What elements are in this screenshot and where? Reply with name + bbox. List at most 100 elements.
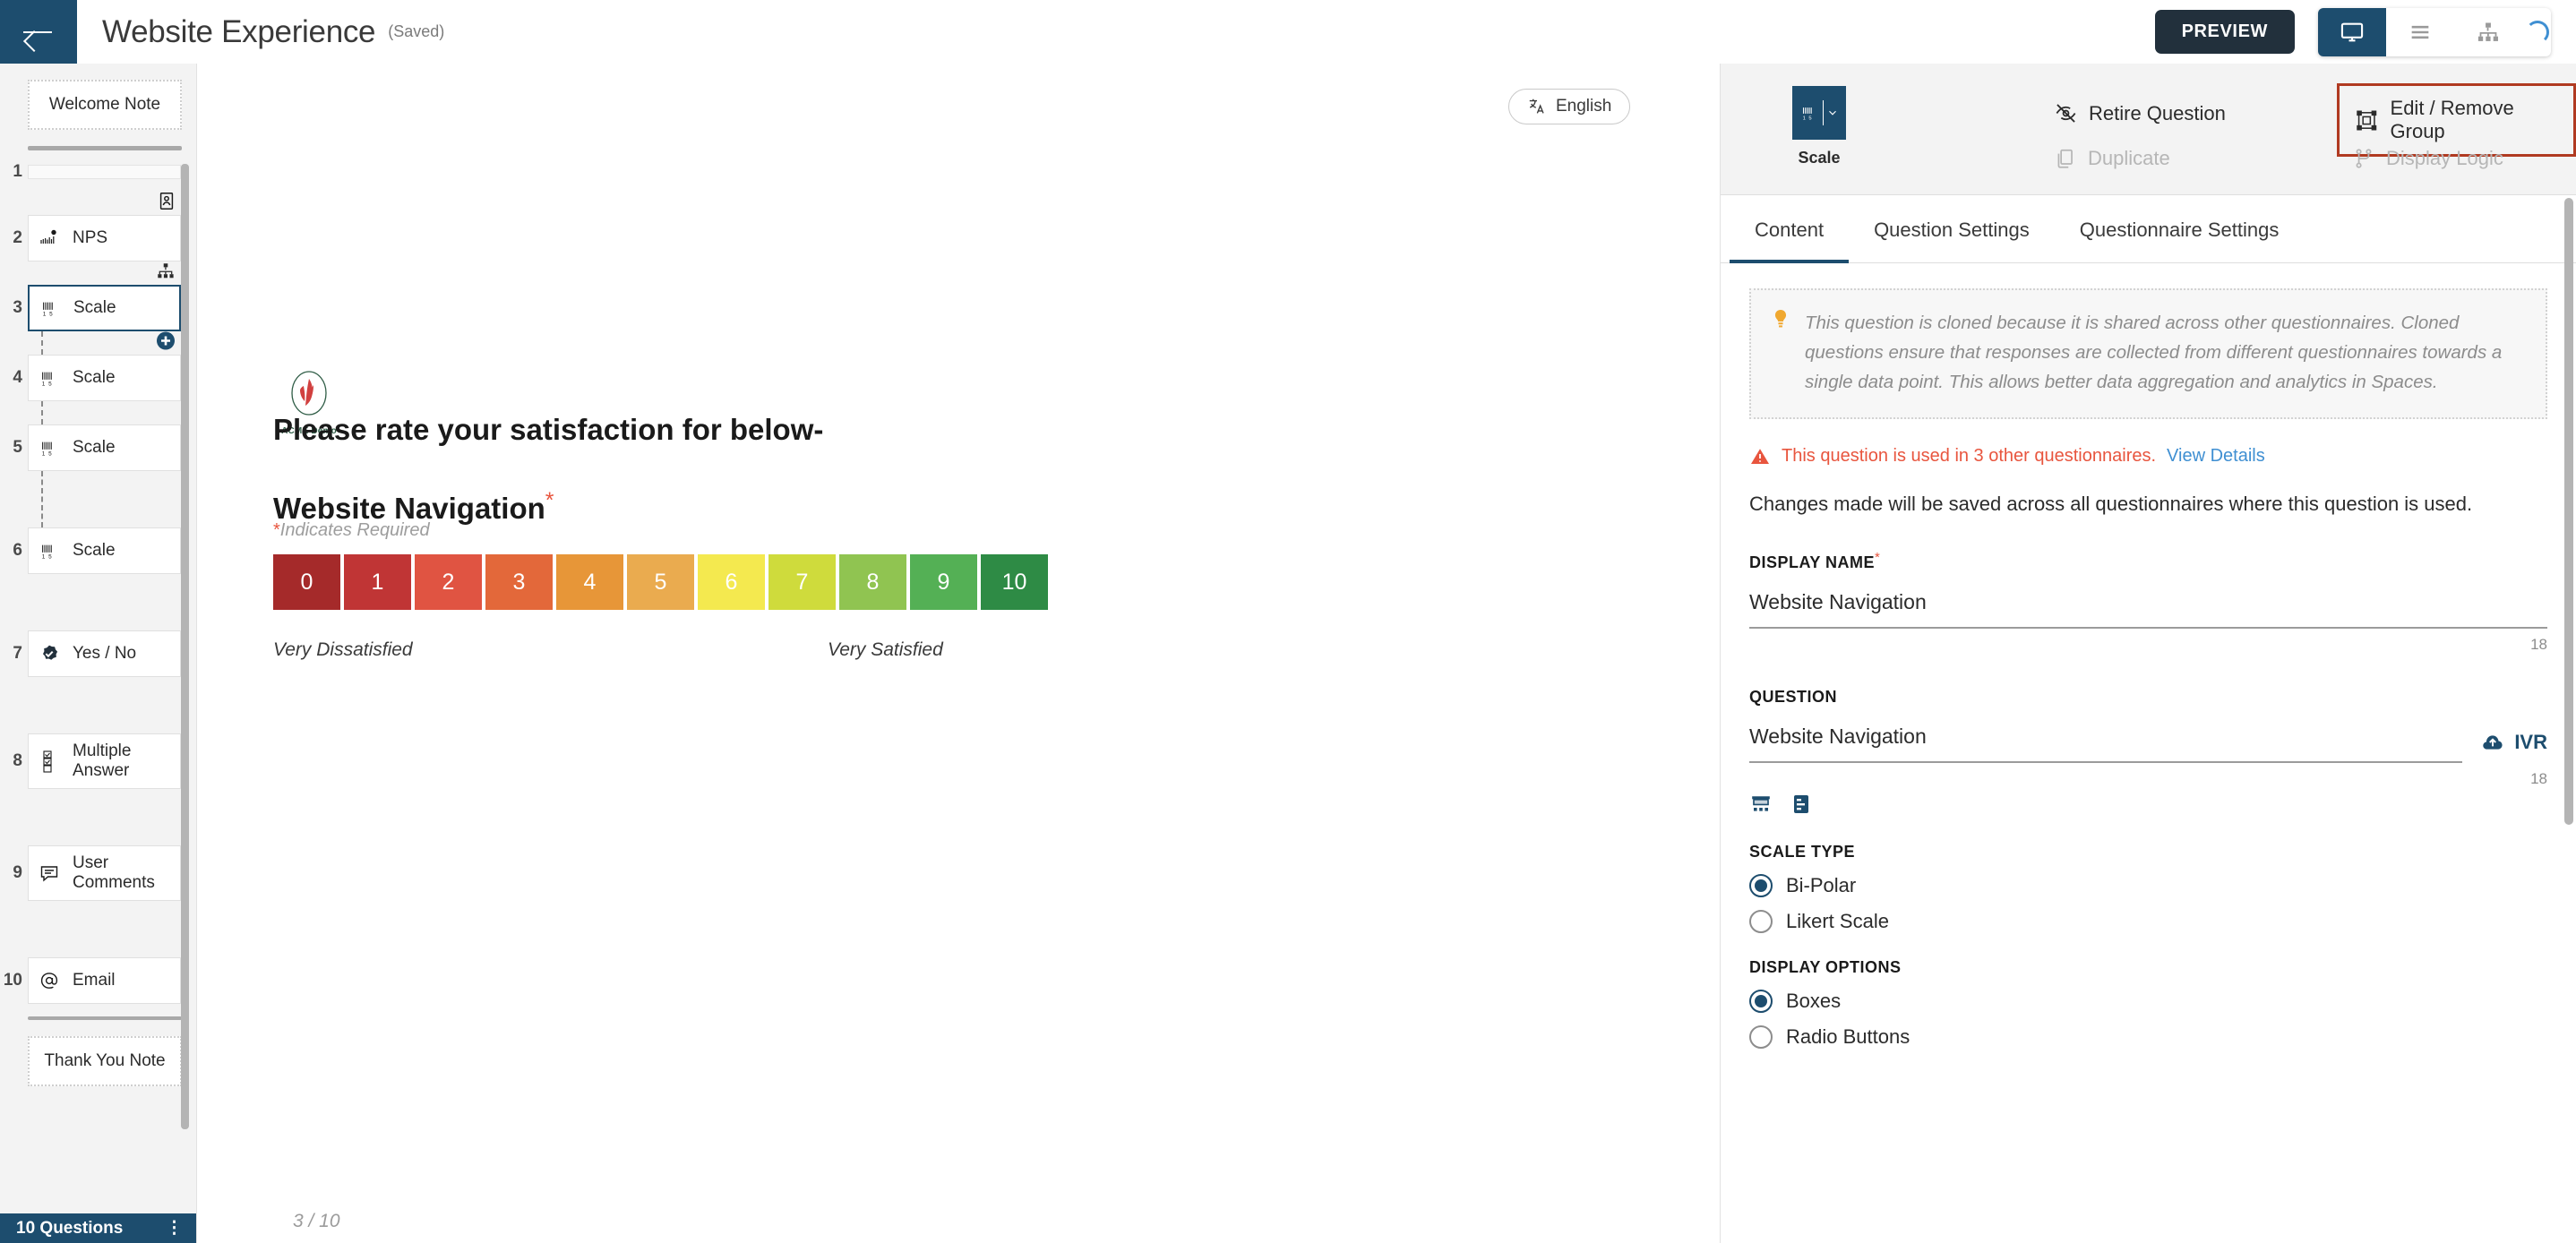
list-item[interactable]: 10 Email xyxy=(0,957,196,1004)
sidebar-gap xyxy=(0,261,196,285)
tab-question-settings[interactable]: Question Settings xyxy=(1849,195,2055,263)
question-input-row: Website Navigation IVR xyxy=(1749,707,2547,763)
flow-view-button[interactable] xyxy=(2454,7,2522,56)
sidebar-item-blank[interactable] xyxy=(28,165,181,179)
plus-circle-icon[interactable] xyxy=(155,330,176,356)
item-number: 10 xyxy=(3,971,22,990)
svg-text:1: 1 xyxy=(42,450,46,457)
display-option-radio-buttons[interactable]: Radio Buttons xyxy=(1749,1024,2547,1049)
display-option-boxes[interactable]: Boxes xyxy=(1749,989,2547,1013)
sidebar-item-label: Yes / No xyxy=(73,644,137,663)
question-input[interactable]: Website Navigation xyxy=(1749,724,2463,763)
sidebar-item-email[interactable]: Email xyxy=(28,957,181,1004)
radio-icon xyxy=(1749,1024,1773,1049)
retire-question-button[interactable]: Retire Question xyxy=(2054,101,2226,125)
sitemap-icon[interactable] xyxy=(155,261,176,286)
required-asterisk: * xyxy=(273,520,280,540)
list-item[interactable]: 3 1 5 Scale xyxy=(0,285,196,331)
contact-card-icon[interactable] xyxy=(157,192,176,216)
language-selector[interactable]: English xyxy=(1508,89,1631,124)
scale-icon: 1 5 xyxy=(39,296,62,320)
branch-icon xyxy=(2356,149,2372,168)
tab-questionnaire-settings[interactable]: Questionnaire Settings xyxy=(2055,195,2305,263)
cloned-question-text: This question is cloned because it is sh… xyxy=(1805,313,2503,393)
thank-you-note-card[interactable]: Thank You Note xyxy=(28,1036,182,1086)
sidebar-item-scale-3[interactable]: 1 5 Scale xyxy=(28,285,181,331)
group-connector-line xyxy=(41,331,43,355)
scale-box-10[interactable]: 10 xyxy=(981,554,1048,610)
back-button[interactable] xyxy=(0,0,77,64)
edit-remove-group-button[interactable]: Edit / Remove Group xyxy=(2337,83,2576,157)
question-type-chip[interactable]: 1 5 xyxy=(1792,86,1846,140)
scale-box-9[interactable]: 9 xyxy=(910,554,977,610)
question-count-label: 10 Questions xyxy=(16,1218,124,1238)
sidebar-item-label: NPS xyxy=(73,228,108,247)
sidebar-gap xyxy=(0,401,196,424)
loading-spinner-icon xyxy=(2526,20,2549,44)
scale-box-2[interactable]: 2 xyxy=(415,554,482,610)
scale-box-4[interactable]: 4 xyxy=(556,554,623,610)
sidebar-divider-bottom xyxy=(28,1016,182,1020)
monitor-icon xyxy=(2340,22,2364,41)
display-name-input[interactable]: Website Navigation xyxy=(1749,590,2547,629)
welcome-note-card[interactable]: Welcome Note xyxy=(28,80,182,130)
list-item[interactable]: 2 NPS xyxy=(0,215,196,261)
sidebar-item-multiple-answer[interactable]: Multiple Answer xyxy=(28,733,181,789)
translate-icon xyxy=(1529,99,1544,114)
sidebar-gap xyxy=(0,471,196,527)
display-logic-button[interactable]: Display Logic xyxy=(2352,147,2503,170)
list-item[interactable]: 9 User Comments xyxy=(0,845,196,901)
group-frame-icon xyxy=(2357,110,2377,130)
preview-button[interactable]: PREVIEW xyxy=(2154,10,2295,54)
sidebar-item-scale-4[interactable]: 1 5 Scale xyxy=(28,355,181,401)
scale-box-1[interactable]: 1 xyxy=(344,554,411,610)
sidebar-question-list: 1 2 NPS 3 1 5 Scale 4 1 5 Scale 5 1 5 Sc… xyxy=(0,152,196,1004)
item-number: 4 xyxy=(13,368,22,387)
sidebar-item-yes-no[interactable]: Yes / No xyxy=(28,630,181,677)
sidebar-scrollbar[interactable] xyxy=(181,164,189,1129)
svg-text:1: 1 xyxy=(1802,116,1805,122)
card-icon[interactable] xyxy=(1792,793,1810,819)
scale-type-option-likert[interactable]: Likert Scale xyxy=(1749,909,2547,933)
list-item[interactable]: 4 1 5 Scale xyxy=(0,355,196,401)
check-badge-icon xyxy=(38,642,61,665)
keypad-icon[interactable] xyxy=(1749,793,1773,819)
question-type-selector[interactable]: 1 5 Scale xyxy=(1792,86,1846,167)
scale-box-3[interactable]: 3 xyxy=(485,554,553,610)
lightbulb-icon xyxy=(1771,308,1790,398)
duplicate-button[interactable]: Duplicate xyxy=(2054,147,2170,170)
question-tool-icons xyxy=(1749,793,2547,819)
sidebar-item-scale-5[interactable]: 1 5 Scale xyxy=(28,424,181,471)
list-item[interactable]: 1 xyxy=(0,152,196,192)
sidebar-item-user-comments[interactable]: User Comments xyxy=(28,845,181,901)
indicates-required-text: Indicates Required xyxy=(279,520,430,540)
view-details-link[interactable]: View Details xyxy=(2167,446,2265,467)
tab-content[interactable]: Content xyxy=(1730,195,1850,263)
sidebar-item-scale-6[interactable]: 1 5 Scale xyxy=(28,527,181,574)
scale-box-7[interactable]: 7 xyxy=(769,554,836,610)
scale-box-6[interactable]: 6 xyxy=(698,554,765,610)
chevron-down-icon xyxy=(1828,110,1836,116)
required-asterisk: * xyxy=(545,488,554,514)
list-item[interactable]: 5 1 5 Scale xyxy=(0,424,196,471)
sidebar-item-nps[interactable]: NPS xyxy=(28,215,181,261)
list-item[interactable]: 8 Multiple Answer xyxy=(0,733,196,789)
ivr-upload-button[interactable]: IVR xyxy=(2480,731,2547,763)
list-view-button[interactable] xyxy=(2386,7,2454,56)
scale-type-option-bipolar[interactable]: Bi-Polar xyxy=(1749,873,2547,897)
item-number: 2 xyxy=(13,228,22,247)
list-item[interactable]: 7 Yes / No xyxy=(0,630,196,677)
copy-icon xyxy=(2057,149,2073,168)
scale-box-8[interactable]: 8 xyxy=(839,554,906,610)
panel-scrollbar[interactable] xyxy=(2564,198,2573,825)
scale-box-0[interactable]: 0 xyxy=(273,554,340,610)
list-item[interactable]: 6 1 5 Scale xyxy=(0,527,196,574)
cloned-question-notice: This question is cloned because it is sh… xyxy=(1749,288,2547,419)
question-heading-line1: Please rate your satisfaction for below- xyxy=(273,413,824,446)
desktop-view-button[interactable] xyxy=(2318,7,2386,56)
sitemap-icon xyxy=(2477,22,2498,41)
question-type-label: Scale xyxy=(1798,149,1841,167)
kebab-icon[interactable]: ⋮ xyxy=(166,1218,183,1239)
scale-box-5[interactable]: 5 xyxy=(627,554,694,610)
